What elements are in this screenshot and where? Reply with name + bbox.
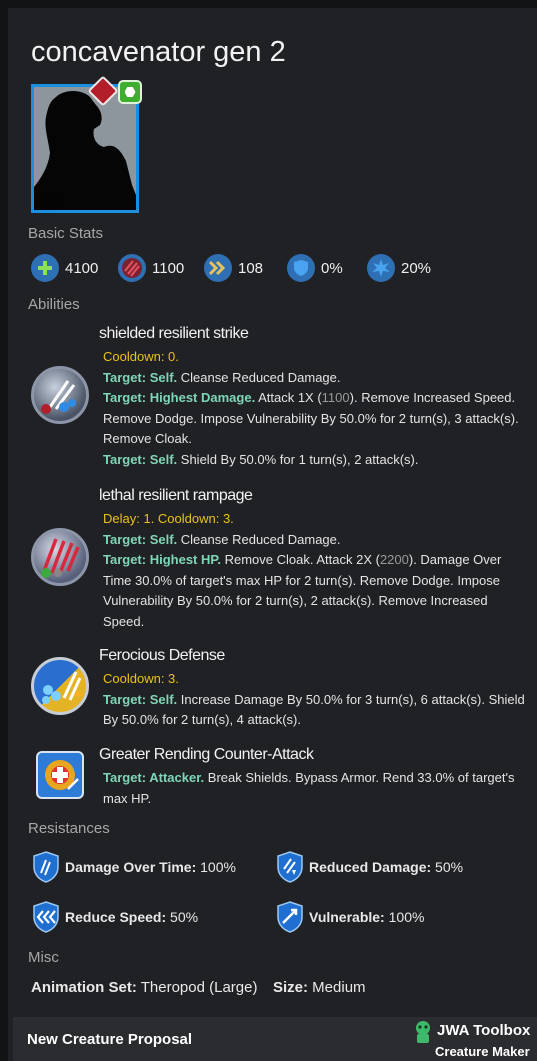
class-badge-icon <box>118 80 142 104</box>
ability-ferocious-defense: Ferocious Defense Cooldown: 3. Target: S… <box>31 647 531 727</box>
stat-value: 1100 <box>152 259 185 277</box>
resistance-label: Reduced Damage: <box>309 859 432 875</box>
stat-health: 4100 <box>31 254 98 282</box>
armor-icon <box>287 254 315 282</box>
resistance-damage-over-time: Damage Over Time: 100% <box>33 851 236 883</box>
ability-effect: Remove Cloak. Attack 2X ( <box>220 552 380 567</box>
ability-target: Target: Self. <box>103 451 178 467</box>
footer-proposal-label: New Creature Proposal <box>27 1031 193 1048</box>
ability-damage-number: 1100 <box>321 390 350 405</box>
ability-name: Ferocious Defense <box>99 647 225 664</box>
ability-description: Cooldown: 3. Target: Self. Increase Dama… <box>103 669 528 731</box>
dinosaur-silhouette-icon <box>34 91 136 210</box>
ability-effect: Shield By 50.0% for 1 turn(s), 2 attack(… <box>177 451 419 467</box>
reduce-speed-icon <box>33 901 59 933</box>
size-label: Size: <box>273 979 309 996</box>
animation-set: Animation Set: Theropod (Large) <box>31 979 257 996</box>
ability-cooldown: Cooldown: 0. <box>103 349 179 364</box>
animation-set-label: Animation Set: <box>31 979 137 996</box>
reduced-damage-icon <box>277 851 303 883</box>
resistance-text: Vulnerable: 100% <box>309 909 424 925</box>
ability-rampage-icon <box>31 528 89 586</box>
ability-counter-icon <box>36 751 84 799</box>
ability-description: Delay: 1. Cooldown: 3. Target: Self. Cle… <box>103 509 528 632</box>
resistance-vulnerable: Vulnerable: 100% <box>277 901 424 933</box>
ability-shielded-resilient-strike: shielded resilient strike Cooldown: 0. T… <box>31 325 531 475</box>
ability-target: Target: Self. <box>103 691 178 707</box>
damage-over-time-icon <box>33 851 59 883</box>
resistance-label: Damage Over Time: <box>65 859 197 875</box>
resistance-label: Reduce Speed: <box>65 909 167 925</box>
ability-description: Cooldown: 0. Target: Self. Cleanse Reduc… <box>103 347 528 470</box>
resistance-value: 100% <box>196 859 236 875</box>
animation-set-value: Theropod (Large) <box>136 979 258 996</box>
stat-value: 0% <box>321 259 343 277</box>
resistance-text: Damage Over Time: 100% <box>65 859 236 875</box>
ability-effect: Cleanse Reduced Damage. <box>177 531 341 547</box>
ability-target: Target: Highest HP. <box>103 552 221 567</box>
resistance-reduced-damage: Reduced Damage: 50% <box>277 851 463 883</box>
top-border <box>0 0 537 8</box>
resistance-label: Vulnerable: <box>309 909 385 925</box>
ability-damage-number: 2200 <box>379 552 409 567</box>
resistance-reduce-speed: Reduce Speed: 50% <box>33 901 198 933</box>
footer-bar: New Creature Proposal JWA Toolbox Creatu… <box>13 1017 537 1061</box>
size-info: Size: Medium <box>273 979 366 996</box>
misc-heading: Misc <box>28 949 59 966</box>
ability-target: Target: Self. <box>103 531 178 547</box>
abilities-heading: Abilities <box>28 296 80 313</box>
resistance-value: 50% <box>166 909 199 925</box>
stat-critical: 20% <box>367 254 431 282</box>
basic-stats-heading: Basic Stats <box>28 225 104 242</box>
ability-greater-rending-counter-attack: Greater Rending Counter-Attack Target: A… <box>31 746 531 806</box>
resistance-value: 50% <box>431 859 464 875</box>
ability-lethal-resilient-rampage: lethal resilient rampage Delay: 1. Coold… <box>31 487 531 637</box>
stat-armor: 0% <box>287 254 343 282</box>
ability-name: Greater Rending Counter-Attack <box>99 746 314 763</box>
creature-name: concavenator gen 2 <box>31 36 286 68</box>
resistance-value: 100% <box>384 909 425 925</box>
ability-name: shielded resilient strike <box>99 325 249 342</box>
resistances-heading: Resistances <box>28 820 110 837</box>
ability-cooldown: Cooldown: 3. <box>103 671 179 686</box>
ability-effect: Cleanse Reduced Damage. <box>177 369 341 385</box>
stat-speed: 108 <box>204 254 263 282</box>
ability-effect: Attack 1X ( <box>255 390 322 405</box>
resistance-text: Reduce Speed: 50% <box>65 909 198 925</box>
vulnerable-icon <box>277 901 303 933</box>
ability-strike-icon <box>31 366 89 424</box>
jwa-toolbox-logo-icon <box>416 1021 430 1043</box>
ability-defense-icon <box>31 657 89 715</box>
critical-icon <box>367 254 395 282</box>
ability-description: Target: Attacker. Break Shields. Bypass … <box>103 768 528 809</box>
damage-icon <box>118 254 146 282</box>
ability-target: Target: Self. <box>103 369 178 385</box>
stat-value: 108 <box>238 259 264 277</box>
stat-damage: 1100 <box>118 254 184 282</box>
ability-target: Target: Highest Damage. <box>103 390 256 405</box>
resistance-text: Reduced Damage: 50% <box>309 859 463 875</box>
health-icon <box>31 254 59 282</box>
ability-cooldown: Delay: 1. Cooldown: 3. <box>103 511 234 526</box>
speed-icon <box>204 254 232 282</box>
footer-subtitle: Creature Maker <box>435 1044 530 1059</box>
footer-brand: JWA Toolbox <box>437 1022 531 1039</box>
stat-value: 20% <box>401 259 432 277</box>
size-value: Medium <box>308 979 366 996</box>
left-border <box>0 0 8 1061</box>
ability-target: Target: Attacker. <box>103 770 205 785</box>
ability-name: lethal resilient rampage <box>99 487 253 504</box>
stat-value: 4100 <box>65 259 99 277</box>
